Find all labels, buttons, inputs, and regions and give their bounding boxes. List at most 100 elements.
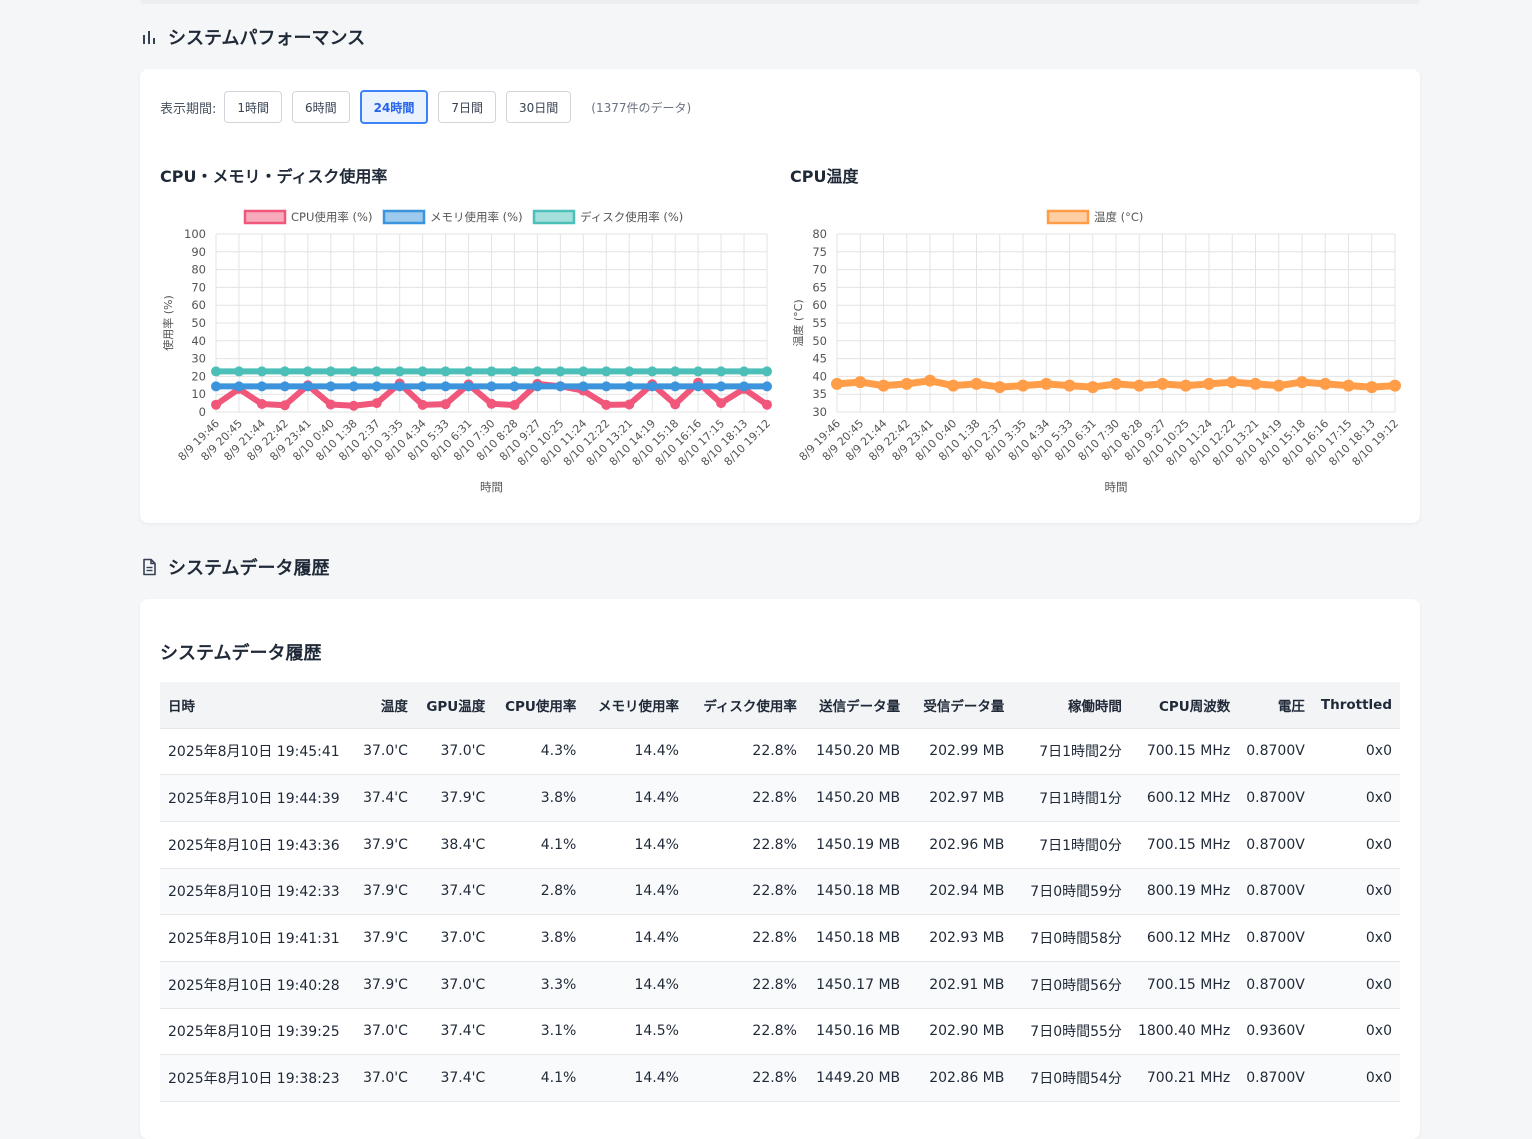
- data-point[interactable]: [509, 400, 520, 411]
- period-button-30d[interactable]: 30日間: [506, 91, 572, 123]
- data-point[interactable]: [211, 366, 221, 377]
- data-point[interactable]: [1086, 381, 1099, 394]
- data-point[interactable]: [371, 398, 382, 409]
- data-point[interactable]: [624, 381, 635, 392]
- table-row[interactable]: 2025年8月10日 19:41:31 37.9'C 37.0'C 3.8% 14.4%…: [160, 914, 1400, 962]
- data-point[interactable]: [1389, 379, 1401, 392]
- data-point[interactable]: [1342, 379, 1355, 392]
- data-point[interactable]: [279, 400, 290, 411]
- data-point[interactable]: [555, 381, 566, 392]
- data-point[interactable]: [1249, 377, 1262, 390]
- data-point[interactable]: [900, 377, 913, 390]
- data-point[interactable]: [256, 366, 267, 377]
- data-point[interactable]: [693, 381, 704, 392]
- data-point[interactable]: [1319, 377, 1332, 390]
- data-point[interactable]: [670, 399, 681, 410]
- data-point[interactable]: [463, 366, 474, 377]
- data-point[interactable]: [233, 381, 244, 392]
- data-point[interactable]: [211, 381, 221, 392]
- data-point[interactable]: [1365, 381, 1378, 394]
- col-sent[interactable]: 送信データ量: [804, 682, 909, 729]
- data-point[interactable]: [1017, 379, 1029, 392]
- data-point[interactable]: [417, 399, 428, 410]
- data-point[interactable]: [348, 381, 359, 392]
- data-point[interactable]: [486, 381, 497, 392]
- data-point[interactable]: [601, 366, 612, 377]
- data-point[interactable]: [325, 381, 336, 392]
- data-point[interactable]: [371, 381, 382, 392]
- data-point[interactable]: [1296, 376, 1308, 389]
- data-point[interactable]: [1133, 379, 1146, 392]
- data-point[interactable]: [762, 381, 772, 392]
- data-point[interactable]: [970, 377, 983, 390]
- table-row[interactable]: 2025年8月10日 19:45:41 37.0'C 37.0'C 4.3% 14.4%…: [160, 728, 1400, 776]
- col-datetime[interactable]: 日時: [160, 682, 348, 729]
- data-point[interactable]: [509, 366, 520, 377]
- period-button-24h[interactable]: 24時間: [359, 90, 429, 124]
- data-point[interactable]: [256, 381, 267, 392]
- data-point[interactable]: [394, 381, 405, 392]
- col-received[interactable]: 受信データ量: [908, 682, 1013, 729]
- data-point[interactable]: [762, 366, 772, 377]
- table-row[interactable]: 2025年8月10日 19:44:39 37.4'C 37.9'C 3.8% 14.4%…: [160, 774, 1400, 822]
- data-point[interactable]: [716, 381, 727, 392]
- data-point[interactable]: [947, 379, 960, 392]
- data-point[interactable]: [1203, 377, 1215, 390]
- data-point[interactable]: [601, 381, 612, 392]
- data-point[interactable]: [440, 366, 451, 377]
- table-row[interactable]: 2025年8月10日 19:38:23 37.0'C 37.4'C 4.1% 14.4%…: [160, 1054, 1400, 1102]
- table-row[interactable]: 2025年8月10日 19:42:33 37.9'C 37.4'C 2.8% 14.4%…: [160, 868, 1400, 916]
- data-point[interactable]: [1063, 379, 1076, 392]
- data-point[interactable]: [417, 381, 428, 392]
- data-point[interactable]: [624, 366, 635, 377]
- data-point[interactable]: [601, 399, 612, 410]
- data-point[interactable]: [1272, 379, 1285, 392]
- legend-item[interactable]: ディスク使用率 (%): [532, 209, 683, 225]
- data-point[interactable]: [854, 376, 867, 389]
- period-button-7d[interactable]: 7日間: [438, 91, 497, 123]
- data-point[interactable]: [670, 366, 681, 377]
- data-point[interactable]: [532, 381, 543, 392]
- data-point[interactable]: [739, 381, 750, 392]
- data-point[interactable]: [693, 366, 704, 377]
- data-point[interactable]: [279, 381, 290, 392]
- table-row[interactable]: 2025年8月10日 19:39:25 37.0'C 37.4'C 3.1% 14.5%…: [160, 1008, 1400, 1056]
- col-temp[interactable]: 温度: [347, 682, 416, 729]
- data-point[interactable]: [509, 381, 520, 392]
- data-point[interactable]: [440, 399, 451, 410]
- data-point[interactable]: [624, 399, 635, 410]
- data-point[interactable]: [877, 379, 890, 392]
- data-point[interactable]: [762, 399, 772, 410]
- col-cpu-freq[interactable]: CPU周波数: [1129, 682, 1239, 729]
- table-row[interactable]: 2025年8月10日 19:40:28 37.9'C 37.0'C 3.3% 14.4%…: [160, 961, 1400, 1009]
- data-point[interactable]: [325, 399, 336, 410]
- data-point[interactable]: [532, 366, 543, 377]
- legend-item[interactable]: メモリ使用率 (%): [382, 209, 523, 225]
- col-memory-usage[interactable]: メモリ使用率: [584, 682, 687, 729]
- data-point[interactable]: [1226, 376, 1239, 389]
- table-row[interactable]: 2025年8月10日 19:43:36 37.9'C 38.4'C 4.1% 14.4%…: [160, 821, 1400, 869]
- data-point[interactable]: [1179, 379, 1192, 392]
- data-point[interactable]: [463, 381, 474, 392]
- data-point[interactable]: [670, 381, 681, 392]
- col-gpu-temp[interactable]: GPU温度: [415, 682, 494, 729]
- data-point[interactable]: [555, 366, 566, 377]
- data-point[interactable]: [279, 366, 290, 377]
- data-point[interactable]: [578, 381, 589, 392]
- data-point[interactable]: [371, 366, 382, 377]
- data-point[interactable]: [1110, 377, 1122, 390]
- data-point[interactable]: [211, 399, 221, 410]
- data-point[interactable]: [739, 366, 750, 377]
- data-point[interactable]: [716, 366, 727, 377]
- col-uptime[interactable]: 稼働時間: [1012, 682, 1130, 729]
- col-disk-usage[interactable]: ディスク使用率: [686, 682, 805, 729]
- col-cpu-usage[interactable]: CPU使用率: [493, 682, 585, 729]
- data-point[interactable]: [1156, 377, 1169, 390]
- data-point[interactable]: [394, 366, 405, 377]
- col-voltage[interactable]: 電圧: [1238, 682, 1313, 729]
- data-point[interactable]: [831, 377, 843, 390]
- data-point[interactable]: [440, 381, 451, 392]
- data-point[interactable]: [993, 381, 1006, 394]
- data-point[interactable]: [716, 398, 727, 409]
- data-point[interactable]: [348, 366, 359, 377]
